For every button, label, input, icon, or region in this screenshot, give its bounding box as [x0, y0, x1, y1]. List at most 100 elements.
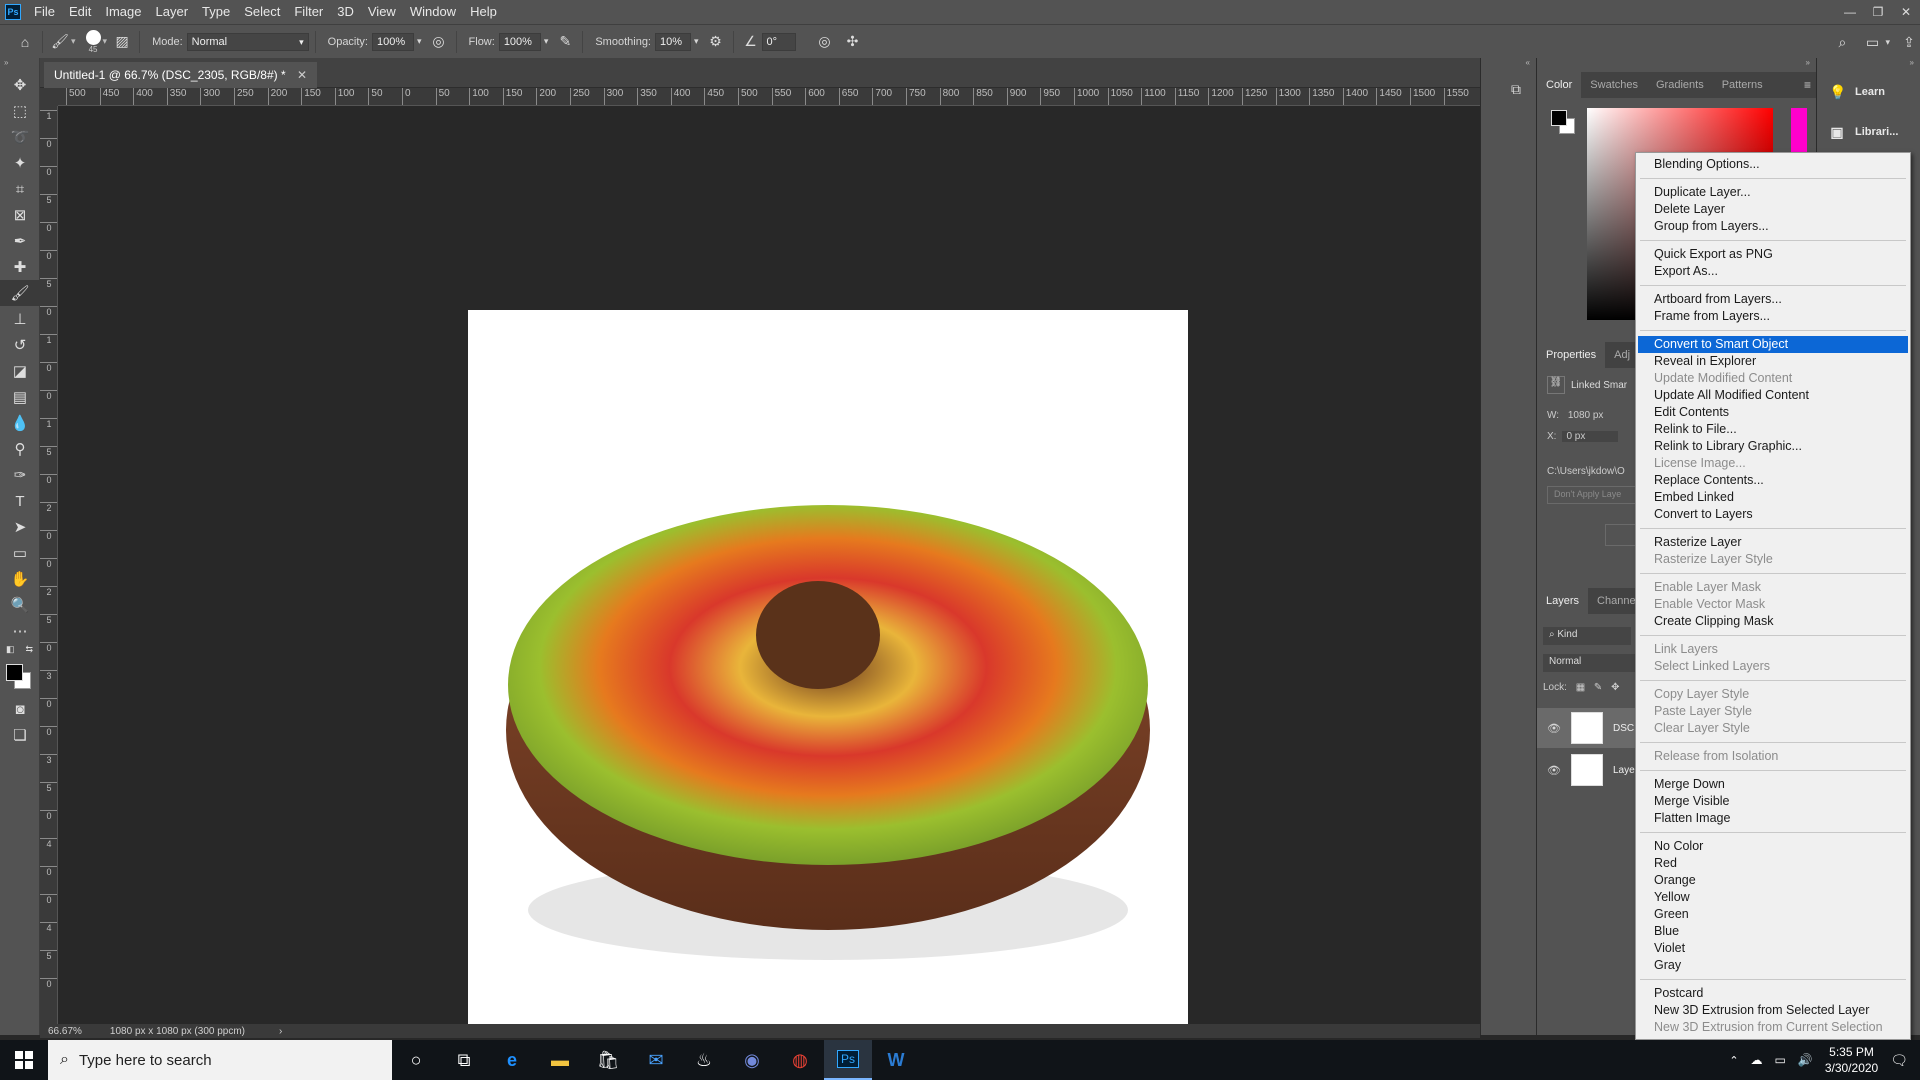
tab-gradients[interactable]: Gradients — [1647, 72, 1713, 98]
context-menu-item[interactable]: Artboard from Layers... — [1638, 291, 1908, 308]
minimize-icon[interactable]: — — [1836, 0, 1864, 24]
menu-layer[interactable]: Layer — [149, 0, 196, 24]
menu-filter[interactable]: Filter — [287, 0, 330, 24]
context-menu-item[interactable]: Violet — [1638, 940, 1908, 957]
learn-button[interactable]: 💡 Learn — [1817, 72, 1920, 112]
tab-layers[interactable]: Layers — [1537, 588, 1589, 614]
close-icon[interactable]: ✕ — [297, 68, 307, 82]
discord-icon[interactable]: ◉ — [728, 1040, 776, 1080]
context-menu-item[interactable]: No Color — [1638, 838, 1908, 855]
collapse-toolbar-icon[interactable]: » — [0, 58, 39, 72]
steam-icon[interactable]: ♨ — [680, 1040, 728, 1080]
gradient-tool-icon[interactable]: ▤ — [0, 384, 40, 410]
context-menu-item[interactable]: Quick Export as PNG — [1638, 246, 1908, 263]
foreground-color-swatch[interactable] — [1551, 110, 1567, 126]
ruler-origin[interactable] — [40, 88, 58, 106]
word-icon[interactable]: W — [872, 1040, 920, 1080]
flow-field[interactable]: 100% — [498, 32, 541, 51]
crop-tool-icon[interactable]: ⌗ — [0, 176, 40, 202]
pen-tool-icon[interactable]: ✑ — [0, 462, 40, 488]
layer-blend-mode-select[interactable]: Normal — [1543, 654, 1635, 672]
horizontal-ruler[interactable]: 500 450 400 350 300 250 200 150 100 50 0 50 100 150 20… — [58, 88, 1480, 106]
context-menu-item[interactable]: Postcard — [1638, 985, 1908, 1002]
network-icon[interactable]: ▭ — [1775, 1053, 1786, 1067]
clone-stamp-tool-icon[interactable]: ⊥ — [0, 306, 40, 332]
collapse-icon[interactable]: « — [1481, 58, 1536, 67]
swap-colors-icon[interactable]: ⇆ — [25, 644, 33, 660]
context-menu-item[interactable]: Relink to File... — [1638, 421, 1908, 438]
chrome-icon[interactable]: ◍ — [776, 1040, 824, 1080]
context-menu-item[interactable]: Export As... — [1638, 263, 1908, 280]
photoshop-taskbar-icon[interactable]: Ps — [824, 1040, 872, 1080]
lock-transparent-icon[interactable]: ▦ — [1576, 682, 1585, 693]
zoom-tool-icon[interactable]: 🔍 — [0, 592, 40, 618]
context-menu-item[interactable]: Replace Contents... — [1638, 472, 1908, 489]
blur-tool-icon[interactable]: 💧 — [0, 410, 40, 436]
airbrush-icon[interactable]: ✎ — [554, 31, 576, 53]
workspace-icon[interactable]: ▭ — [1861, 31, 1883, 53]
document-workspace[interactable] — [58, 106, 1480, 1030]
document-tab[interactable]: Untitled-1 @ 66.7% (DSC_2305, RGB/8#) * … — [44, 62, 318, 88]
share-icon[interactable]: ⇪ — [1898, 31, 1920, 53]
context-menu-item[interactable]: Flatten Image — [1638, 810, 1908, 827]
chevron-down-icon[interactable]: ▾ — [103, 36, 108, 47]
zoom-level[interactable]: 66.67% — [48, 1026, 82, 1037]
close-icon[interactable]: ✕ — [1892, 0, 1920, 24]
type-tool-icon[interactable]: T — [0, 488, 40, 514]
volume-icon[interactable]: 🔊 — [1798, 1053, 1813, 1067]
move-tool-icon[interactable]: ✥ — [0, 72, 40, 98]
brush-size-picker[interactable]: 45 — [85, 29, 101, 54]
restore-icon[interactable]: ❐ — [1864, 0, 1892, 24]
layer-row[interactable]: 👁 DSC — [1537, 708, 1637, 748]
context-menu-item[interactable]: Embed Linked — [1638, 489, 1908, 506]
context-menu-item[interactable]: Gray — [1638, 957, 1908, 974]
mode-select[interactable]: Normal ▾ — [186, 32, 309, 51]
tab-adjustments[interactable]: Adj — [1605, 342, 1639, 368]
libraries-button[interactable]: ▣ Librari... — [1817, 112, 1920, 152]
context-menu-item[interactable]: Blending Options... — [1638, 156, 1908, 173]
chevron-down-icon[interactable]: ▾ — [417, 36, 422, 47]
context-menu-item[interactable]: Red — [1638, 855, 1908, 872]
edge-browser-icon[interactable]: e — [488, 1040, 536, 1080]
eye-icon[interactable]: 👁 — [1547, 764, 1561, 777]
menu-type[interactable]: Type — [195, 0, 237, 24]
context-menu-item[interactable]: Group from Layers... — [1638, 218, 1908, 235]
hand-tool-icon[interactable]: ✋ — [0, 566, 40, 592]
context-menu-item[interactable]: Rasterize Layer — [1638, 534, 1908, 551]
tab-swatches[interactable]: Swatches — [1581, 72, 1647, 98]
foreground-color-swatch[interactable] — [6, 664, 23, 681]
clock[interactable]: 5:35 PM 3/30/2020 — [1825, 1044, 1878, 1076]
magic-wand-tool-icon[interactable]: ✦ — [0, 150, 40, 176]
context-menu-item[interactable]: Merge Visible — [1638, 793, 1908, 810]
lock-position-icon[interactable]: ✥ — [1611, 682, 1619, 693]
context-menu-item[interactable]: Reveal in Explorer — [1638, 353, 1908, 370]
chevron-down-icon[interactable]: ▾ — [694, 36, 699, 47]
mail-icon[interactable]: ✉ — [632, 1040, 680, 1080]
context-menu-item[interactable]: Frame from Layers... — [1638, 308, 1908, 325]
healing-brush-tool-icon[interactable]: ✚ — [0, 254, 40, 280]
menu-help[interactable]: Help — [463, 0, 504, 24]
chevron-up-icon[interactable]: ⌃ — [1729, 1054, 1738, 1067]
context-menu-item[interactable]: Merge Down — [1638, 776, 1908, 793]
tab-properties[interactable]: Properties — [1537, 342, 1606, 368]
more-tools-icon[interactable]: ⋯ — [0, 618, 40, 644]
width-value[interactable]: 1080 px — [1568, 410, 1604, 421]
frame-tool-icon[interactable]: ⊠ — [0, 202, 40, 228]
task-view-icon[interactable]: ⧉ — [440, 1040, 488, 1080]
chevron-down-icon[interactable]: ▾ — [1885, 37, 1890, 48]
filter-kind-select[interactable]: ⌕ Kind — [1543, 627, 1631, 645]
context-menu-item[interactable]: Convert to Layers — [1638, 506, 1908, 523]
context-menu-item[interactable]: Delete Layer — [1638, 201, 1908, 218]
quick-mask-icon[interactable]: ◙ — [0, 696, 40, 722]
context-menu-item[interactable]: Orange — [1638, 872, 1908, 889]
opacity-field[interactable]: 100% — [372, 32, 414, 51]
brush-tool-icon[interactable]: 🖌 — [0, 280, 40, 306]
chevron-down-icon[interactable]: ▾ — [544, 36, 549, 47]
brush-settings-icon[interactable]: ▨ — [111, 31, 133, 53]
store-icon[interactable]: 🛍 — [584, 1040, 632, 1080]
context-menu-item[interactable]: Edit Contents — [1638, 404, 1908, 421]
menu-view[interactable]: View — [361, 0, 403, 24]
gear-icon[interactable]: ⚙ — [705, 31, 727, 53]
history-brush-tool-icon[interactable]: ↺ — [0, 332, 40, 358]
search-icon[interactable]: ⌕ — [1831, 31, 1853, 53]
